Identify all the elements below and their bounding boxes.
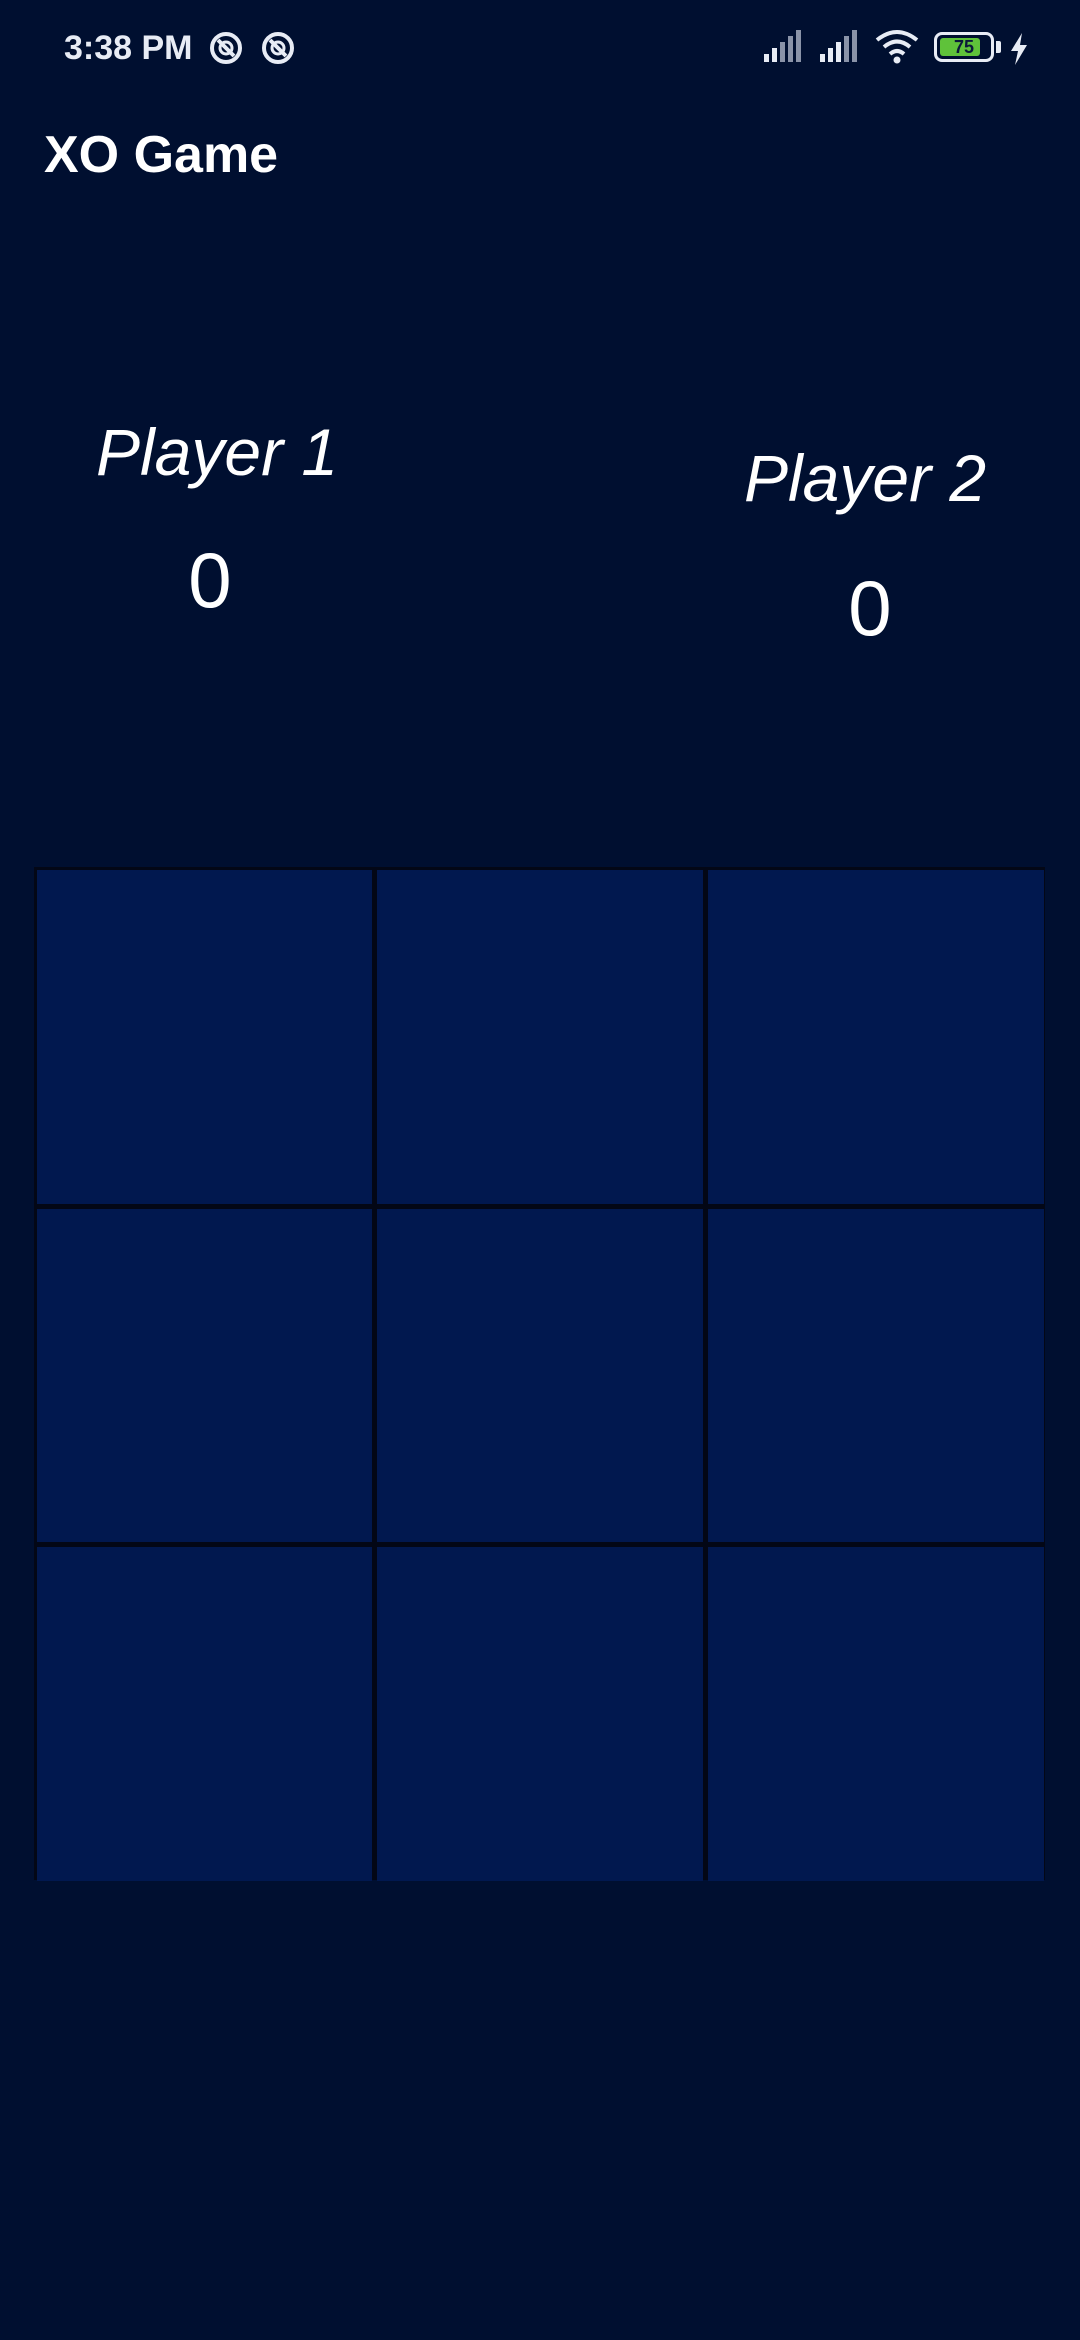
battery-percent: 75 (953, 37, 975, 57)
board-cell-3-3[interactable] (708, 1547, 1044, 1881)
status-time: 3:38 PM (64, 29, 193, 67)
board-cell-2-2[interactable] (377, 1209, 703, 1542)
signal-icon (764, 30, 801, 62)
board-cell-2-3[interactable] (708, 1209, 1044, 1542)
charging-icon (1011, 33, 1027, 65)
board-cell-1-1[interactable] (37, 870, 372, 1204)
wifi-icon (875, 30, 919, 64)
board-cell-1-3[interactable] (708, 870, 1044, 1204)
battery-tip (996, 41, 1001, 53)
player-1-name: Player 1 (96, 415, 339, 489)
status-bar: 3:38 PM 75 (0, 0, 1080, 96)
signal-icon (820, 30, 857, 62)
app-notification-icon (262, 32, 294, 64)
board-cell-2-1[interactable] (37, 1209, 372, 1542)
battery-icon: 75 (934, 32, 994, 62)
board-cell-3-2[interactable] (377, 1547, 703, 1881)
player-2-score: 0 (848, 564, 892, 652)
board-cell-1-2[interactable] (377, 870, 703, 1204)
player-2-name: Player 2 (744, 441, 987, 515)
app-title: XO Game (44, 126, 279, 184)
board-cell-3-1[interactable] (37, 1547, 372, 1881)
game-board (34, 867, 1045, 1881)
player-1-score: 0 (188, 536, 232, 624)
app-notification-icon (210, 32, 242, 64)
